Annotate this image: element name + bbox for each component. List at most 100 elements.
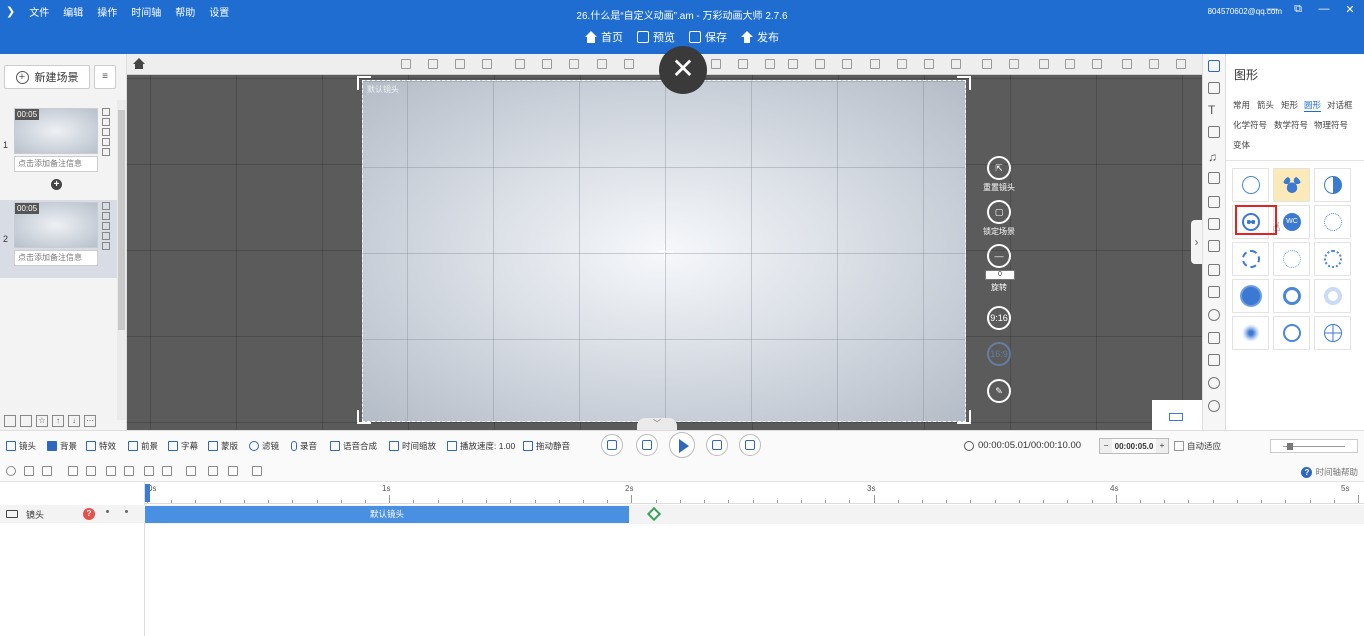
playhead[interactable] — [145, 484, 150, 502]
timeline-ruler[interactable]: 0s 1s 2s 3s 4s 5s — [145, 482, 1364, 504]
shape-tile-dotted-circle[interactable] — [1314, 205, 1351, 239]
align-right-icon[interactable] — [86, 466, 96, 476]
same-size-icon[interactable] — [951, 59, 961, 69]
shape-tile-paw[interactable] — [1273, 168, 1310, 202]
layer-up-icon[interactable] — [455, 59, 465, 69]
shape-tile-thin-ring[interactable] — [1273, 316, 1310, 350]
scene-scrollbar[interactable] — [117, 100, 126, 420]
publish-button[interactable]: 发布 — [741, 29, 779, 45]
more-category-icon[interactable] — [1208, 400, 1220, 412]
cat-dialog[interactable]: 对话框 — [1327, 99, 1353, 111]
swap-back-icon[interactable] — [228, 466, 238, 476]
next-scene-button[interactable] — [739, 434, 761, 456]
settings-icon[interactable] — [42, 466, 52, 476]
save-button[interactable]: 保存 — [689, 29, 727, 45]
align-end-icon[interactable] — [124, 466, 134, 476]
align-left-icon[interactable] — [815, 59, 825, 69]
undo-icon[interactable] — [1122, 59, 1132, 69]
cat-physics[interactable]: 物理符号 — [1314, 119, 1348, 131]
duplicate-icon[interactable] — [102, 138, 110, 146]
star-icon[interactable] — [102, 148, 110, 156]
export-icon[interactable] — [20, 415, 32, 427]
reset-camera-button[interactable]: ⇱ 重置镜头 — [983, 156, 1015, 193]
next-frame-button[interactable] — [706, 434, 728, 456]
add-scene-icon[interactable]: + — [51, 179, 62, 190]
slider-knob[interactable] — [1287, 443, 1293, 450]
minimize-panel-icon[interactable]: — — [1266, 3, 1278, 16]
zoom-in-icon[interactable] — [982, 59, 992, 69]
align-bottom-icon[interactable] — [842, 59, 852, 69]
rotate-dial-icon[interactable]: — — [987, 244, 1011, 268]
close-window-icon[interactable]: ✕ — [1344, 3, 1356, 16]
scene-item-1[interactable]: 1 00:05 点击添加备注信息 — [0, 106, 117, 184]
favorite-icon[interactable]: ☆ — [36, 415, 48, 427]
paste-scene-icon[interactable] — [1092, 59, 1102, 69]
shape-tile-glow-dot[interactable] — [1232, 316, 1269, 350]
visibility-dot-icon[interactable] — [106, 510, 109, 513]
mask-tool[interactable]: 蒙版 — [208, 440, 238, 452]
merge-icon[interactable] — [102, 222, 110, 230]
copy-icon[interactable] — [401, 59, 411, 69]
panel-toggle-icon[interactable]: › — [1191, 220, 1202, 264]
subtitle-tool[interactable]: 字幕 — [168, 440, 198, 452]
plane-category-icon[interactable] — [1208, 332, 1220, 344]
text-category-icon[interactable]: T — [1208, 104, 1220, 116]
bubble-category-icon[interactable] — [1208, 172, 1220, 184]
scene-note-field[interactable]: 点击添加备注信息 — [14, 250, 98, 266]
more-icon[interactable]: ⋯ — [84, 415, 96, 427]
prev-frame-button[interactable] — [636, 434, 658, 456]
minimap-viewport[interactable] — [1169, 413, 1183, 421]
scene-list-menu-icon[interactable]: ≡ — [94, 65, 116, 89]
home-button[interactable]: 首页 — [585, 29, 623, 45]
distribute-v-icon[interactable] — [765, 59, 775, 69]
ungroup-icon[interactable] — [542, 59, 552, 69]
zoom-out-icon[interactable] — [1009, 59, 1019, 69]
minus-icon[interactable]: − — [1100, 439, 1112, 453]
copy-icon[interactable] — [102, 202, 110, 210]
shape-tile-soft-ring[interactable] — [1314, 279, 1351, 313]
edit-button[interactable]: ✎ — [985, 379, 1013, 403]
crop-icon[interactable] — [597, 59, 607, 69]
distribute-h-icon[interactable] — [738, 59, 748, 69]
cat-chemistry[interactable]: 化学符号 — [1233, 119, 1267, 131]
close-icon[interactable]: ✕ — [659, 46, 707, 94]
shape-tile-bead-circle[interactable] — [1314, 242, 1351, 276]
same-height-icon[interactable] — [924, 59, 934, 69]
drag-mute-tool[interactable]: 拖动静音 — [523, 440, 570, 452]
star-icon[interactable] — [102, 242, 110, 250]
lock-scene-icon[interactable] — [1039, 59, 1049, 69]
timeline-help-link[interactable]: ? 时间轴帮助 — [1301, 466, 1358, 478]
chart-category-icon[interactable] — [1208, 377, 1220, 389]
ratio-16-9-button[interactable]: 16:9 — [985, 342, 1013, 366]
effects-tool[interactable]: 特效 — [86, 440, 116, 452]
lock-icon[interactable] — [569, 59, 579, 69]
align-start-icon[interactable] — [106, 466, 116, 476]
hand-draw-icon[interactable] — [1208, 354, 1220, 366]
character-category-icon[interactable] — [1208, 126, 1220, 138]
delete-icon[interactable] — [102, 212, 110, 220]
cat-arrow[interactable]: 箭头 — [1257, 99, 1274, 111]
plus-icon[interactable]: + — [1156, 439, 1168, 453]
filter-icon[interactable] — [24, 466, 34, 476]
minimize-icon[interactable]: — — [1318, 3, 1330, 16]
delete-icon[interactable] — [624, 59, 634, 69]
redo-icon[interactable] — [1149, 59, 1159, 69]
target-icon[interactable] — [6, 466, 16, 476]
shape-tile-starburst[interactable] — [1232, 279, 1269, 313]
restore-icon[interactable]: ⧉ — [1292, 3, 1304, 16]
track-header-camera[interactable]: 镜头 ? — [0, 505, 145, 523]
minimap[interactable] — [1152, 400, 1202, 430]
video-category-icon[interactable] — [1208, 286, 1220, 298]
ratio-9-16-button[interactable]: 9:16 — [985, 306, 1013, 330]
fullscreen-icon[interactable] — [1176, 59, 1186, 69]
lock-dot-icon[interactable] — [125, 510, 128, 513]
auto-fit-checkbox[interactable] — [1174, 441, 1184, 451]
camera-clip[interactable]: 默认镜头 — [145, 506, 629, 523]
stretch-icon[interactable] — [162, 466, 172, 476]
shape-category-icon[interactable] — [1208, 60, 1220, 72]
align-right-icon[interactable] — [870, 59, 880, 69]
delete-icon[interactable] — [102, 118, 110, 126]
scene-thumbnail[interactable]: 00:05 — [14, 202, 98, 248]
background-tool[interactable]: 背景 — [47, 440, 77, 452]
preview-button[interactable]: 预览 — [637, 29, 675, 45]
